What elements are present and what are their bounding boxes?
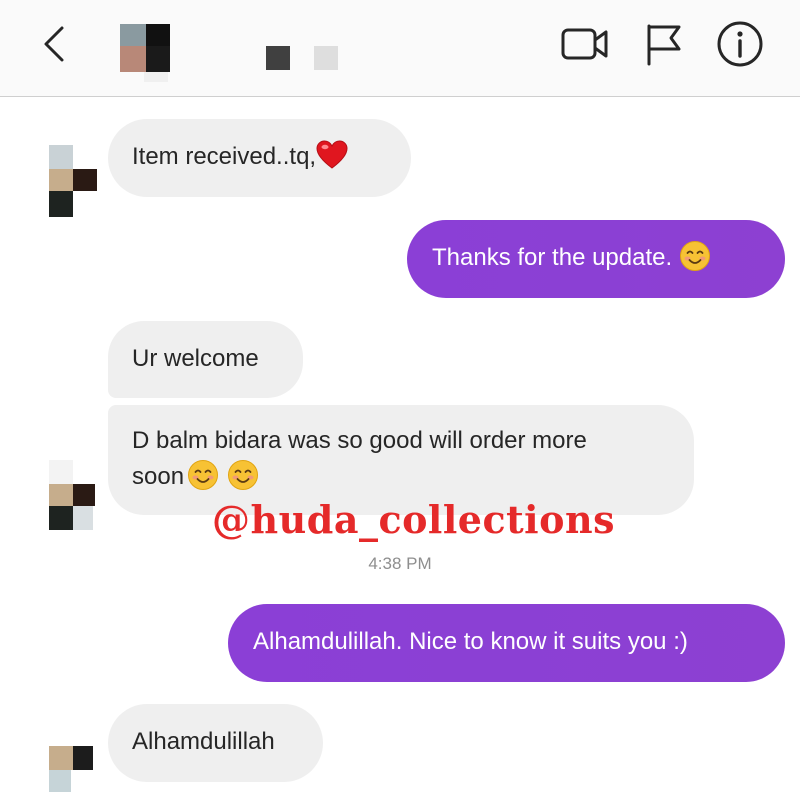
incoming-message[interactable]: Ur welcome [108, 321, 303, 398]
smiling-face-emoji [679, 240, 710, 271]
message-text: Alhamdulillah [132, 728, 275, 755]
contact-avatar-blurred[interactable] [120, 24, 170, 82]
message-text-line-1: D balm bidara was so good will order mor… [132, 427, 587, 454]
message-text: Thanks for the update. [432, 244, 673, 271]
sender-avatar[interactable] [49, 746, 99, 796]
message-text: Ur welcome [132, 345, 259, 372]
red-heart-emoji [316, 140, 348, 169]
outgoing-message[interactable]: Thanks for the update. [407, 220, 785, 298]
watermark-text: @huda_collections [212, 497, 615, 542]
video-call-icon[interactable] [560, 24, 610, 64]
message-text: Item received..tq, [132, 143, 317, 170]
incoming-message[interactable]: Alhamdulillah [108, 704, 323, 782]
sender-avatar[interactable] [49, 460, 99, 532]
message-text: Alhamdulillah. Nice to know it suits you… [253, 628, 688, 655]
incoming-message[interactable]: Item received..tq, [108, 119, 411, 197]
info-icon[interactable] [716, 20, 764, 68]
message-timestamp: 4:38 PM [368, 554, 432, 573]
chat-header [0, 0, 800, 97]
smiling-face-emoji [228, 459, 259, 490]
report-flag-icon[interactable] [643, 22, 685, 68]
smiling-face-emoji [187, 459, 218, 490]
sender-avatar[interactable] [49, 145, 99, 217]
message-text-line-2: soon [132, 459, 694, 495]
back-icon[interactable] [38, 24, 72, 64]
outgoing-message[interactable]: Alhamdulillah. Nice to know it suits you… [228, 604, 785, 682]
